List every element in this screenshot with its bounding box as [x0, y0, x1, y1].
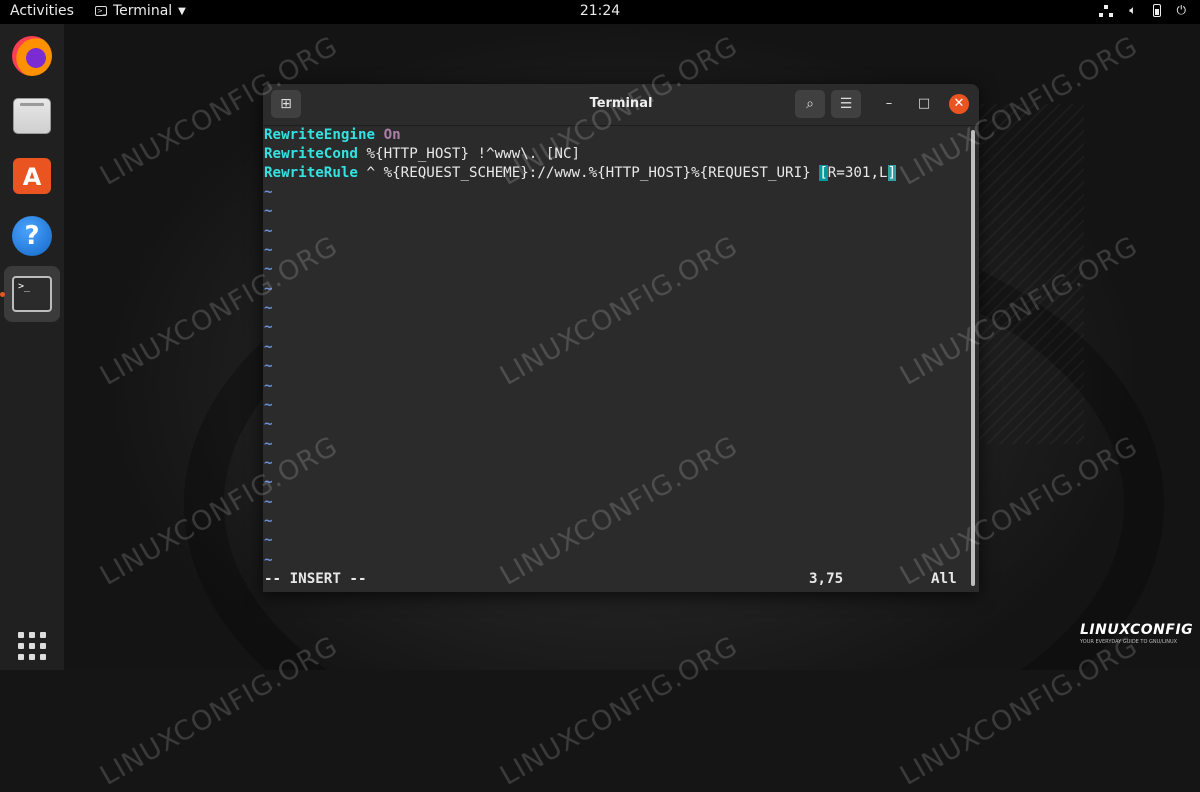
tilde-line: ~ — [264, 435, 273, 452]
power-icon[interactable]: ⏻ — [1177, 3, 1187, 18]
hamburger-menu-icon: ☰ — [839, 96, 853, 112]
show-applications-icon[interactable] — [18, 632, 46, 660]
logo-text: LINUXCONFIG — [1080, 622, 1194, 638]
app-store-icon: A — [13, 158, 51, 194]
new-tab-button[interactable]: ⊞ — [271, 90, 301, 118]
scrollbar[interactable] — [971, 130, 975, 586]
files-icon — [13, 98, 51, 134]
dock-files[interactable] — [8, 92, 56, 140]
battery-icon[interactable] — [1152, 4, 1161, 17]
top-bar: Activities >_ Terminal ▼ 21:24 🔈︎ ⏻ — [0, 0, 1200, 24]
keyword: RewriteEngine — [264, 127, 376, 143]
network-icon[interactable] — [1099, 4, 1114, 17]
minimize-icon: – — [885, 96, 893, 111]
dock-app-store[interactable]: A — [8, 152, 56, 200]
tilde-line: ~ — [264, 300, 273, 317]
tilde-line: ~ — [264, 493, 273, 510]
text-cursor: ] — [887, 165, 897, 181]
tilde-line: ~ — [264, 532, 273, 549]
tilde-line: ~ — [264, 222, 273, 239]
tilde-line: ~ — [264, 184, 273, 200]
dock-terminal[interactable]: >_ — [4, 266, 60, 322]
tilde-line: ~ — [264, 454, 273, 471]
scroll-indicator: All — [931, 571, 957, 587]
tilde-line: ~ — [264, 319, 273, 336]
search-button[interactable]: ⌕ — [795, 90, 825, 118]
title-bar[interactable]: ⊞ Terminal ⌕ ☰ – □ ✕ — [263, 84, 979, 126]
new-tab-icon: ⊞ — [280, 96, 292, 112]
help-icon: ? — [12, 216, 52, 256]
tilde-line: ~ — [264, 261, 273, 278]
linuxconfig-logo: LINUXCONFIG YOUR EVERYDAY GUIDE TO GNU/L… — [1080, 622, 1193, 645]
line-text: %{HTTP_HOST} !^www\. [NC] — [357, 146, 581, 162]
tilde-line: ~ — [264, 280, 273, 297]
terminal-content[interactable]: RewriteEngine On RewriteCond %{HTTP_HOST… — [263, 126, 979, 592]
matching-bracket: [ — [819, 165, 828, 181]
mode-indicator: -- INSERT -- — [264, 571, 367, 587]
terminal-app-icon: >_ — [95, 6, 107, 16]
tilde-line: ~ — [264, 396, 273, 413]
dock-firefox[interactable] — [8, 32, 56, 80]
tilde-line: ~ — [264, 474, 273, 491]
terminal-icon: >_ — [12, 276, 52, 312]
dock-help[interactable]: ? — [8, 212, 56, 260]
editor-line-3: RewriteRule ^ %{REQUEST_SCHEME}://www.%{… — [264, 164, 897, 183]
keyword: RewriteCond — [264, 146, 358, 162]
tilde-line: ~ — [264, 377, 273, 394]
tilde-line: ~ — [264, 242, 273, 259]
app-menu-label: Terminal — [113, 3, 173, 19]
volume-icon[interactable]: 🔈︎ — [1129, 3, 1136, 18]
tilde-line: ~ — [264, 416, 273, 433]
value-on: On — [383, 127, 401, 143]
menu-button[interactable]: ☰ — [831, 90, 861, 118]
editor-line-1: RewriteEngine On — [264, 126, 401, 145]
cursor-position: 3,75 — [809, 571, 844, 587]
dock: A ? >_ — [0, 24, 64, 670]
terminal-window: ⊞ Terminal ⌕ ☰ – □ ✕ RewriteEngine On Re… — [263, 84, 979, 592]
line-args: R=301,L — [827, 165, 888, 181]
maximize-button[interactable]: □ — [916, 96, 932, 112]
system-tray[interactable]: 🔈︎ ⏻ — [1099, 3, 1186, 18]
tilde-line: ~ — [264, 551, 273, 568]
tilde-line: ~ — [264, 358, 273, 375]
tilde-line: ~ — [264, 203, 273, 220]
firefox-icon — [12, 36, 52, 76]
close-icon: ✕ — [953, 96, 965, 111]
app-menu[interactable]: >_ Terminal ▼ — [95, 3, 186, 19]
tilde-line: ~ — [264, 512, 273, 529]
tilde-line: ~ — [264, 338, 273, 355]
minimize-button[interactable]: – — [881, 96, 897, 112]
chevron-down-icon: ▼ — [178, 5, 186, 17]
logo-tagline: YOUR EVERYDAY GUIDE TO GNU/LINUX — [1080, 639, 1178, 645]
running-indicator — [0, 292, 5, 297]
window-title: Terminal — [589, 96, 653, 111]
keyword: RewriteRule — [264, 165, 358, 181]
activities-button[interactable]: Activities — [10, 3, 74, 19]
maximize-icon: □ — [917, 96, 931, 111]
search-icon: ⌕ — [806, 96, 814, 112]
editor-line-2: RewriteCond %{HTTP_HOST} !^www\. [NC] — [264, 145, 580, 164]
line-text: ^ %{REQUEST_SCHEME}://www.%{HTTP_HOST}%{… — [357, 165, 820, 181]
close-button[interactable]: ✕ — [949, 94, 969, 114]
